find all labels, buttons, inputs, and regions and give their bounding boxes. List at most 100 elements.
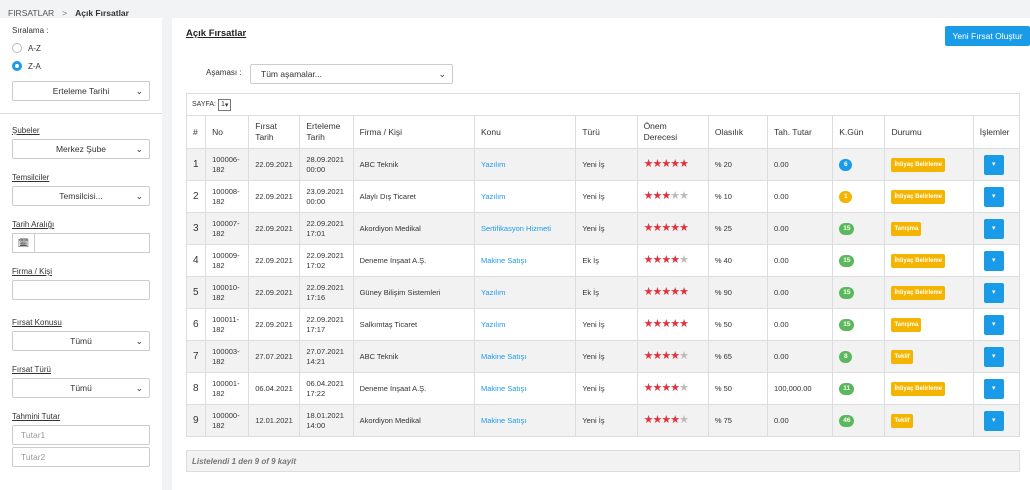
sort-az-radio[interactable]: A-Z xyxy=(12,43,150,53)
row-amount: 0.00 xyxy=(767,180,834,213)
star-icon: ★ xyxy=(652,222,662,234)
column-header[interactable]: # xyxy=(185,115,207,149)
row-importance: ★★★★★ xyxy=(636,244,709,277)
caret-down-icon[interactable]: ▾ xyxy=(983,154,1004,175)
row-index: 3 xyxy=(185,212,207,245)
row-topic[interactable]: Makine Satışı xyxy=(473,340,577,373)
table-row[interactable]: 5 100010-182 22.09.2021 22.09.2021 17:16 Gün… xyxy=(185,276,1021,309)
column-header[interactable]: Fırsat Tarih xyxy=(248,115,301,149)
amount1-input[interactable]: Tutar1 xyxy=(12,425,150,445)
chevron-down-icon: ⌄ xyxy=(135,191,143,201)
row-topic[interactable]: Yazılım xyxy=(473,180,577,213)
page-select[interactable]: 1 ▾ xyxy=(218,98,232,111)
row-type: Yeni İş xyxy=(575,308,638,341)
star-rating: ★★★★★ xyxy=(644,318,689,330)
new-opportunity-button[interactable]: Yeni Fırsat Oluştur xyxy=(945,26,1030,46)
calendar-icon[interactable]: 🗓 xyxy=(12,233,34,253)
star-icon: ★ xyxy=(670,190,680,202)
row-number: 100001-182 xyxy=(205,372,250,405)
column-header[interactable]: No xyxy=(205,115,250,149)
row-postpone-date: 27.07.2021 14:21 xyxy=(299,340,354,373)
company-label: Firma / Kişi xyxy=(12,267,52,276)
radio-off-icon[interactable] xyxy=(12,43,22,53)
star-rating: ★★★★★ xyxy=(644,190,689,202)
star-rating: ★★★★★ xyxy=(644,350,689,362)
column-header[interactable]: Firma / Kişi xyxy=(352,115,475,149)
caret-down-icon[interactable]: ▾ xyxy=(983,186,1004,207)
topic-select[interactable]: Tümü ⌄ xyxy=(12,331,150,351)
table-row[interactable]: 7 100003-182 27.07.2021 27.07.2021 14:21 ABC… xyxy=(185,340,1021,373)
star-icon: ★ xyxy=(670,158,680,170)
column-header[interactable]: İşlemler xyxy=(972,115,1021,149)
caret-down-icon[interactable]: ▾ xyxy=(983,218,1004,239)
row-type: Yeni İş xyxy=(575,340,638,373)
column-header[interactable]: Erteleme Tarih xyxy=(299,115,354,149)
table-row[interactable]: 8 100001-182 06.04.2021 06.04.2021 17:22 Den… xyxy=(185,372,1021,405)
star-icon: ★ xyxy=(679,254,689,266)
star-icon: ★ xyxy=(652,190,662,202)
caret-down-icon[interactable]: ▾ xyxy=(983,346,1004,367)
row-topic[interactable]: Makine Satışı xyxy=(473,244,577,277)
breadcrumb: FIRSATLAR > Açık Fırsatlar xyxy=(8,8,129,18)
row-probability: % 50 xyxy=(707,372,769,405)
type-value: Tümü xyxy=(70,383,92,393)
branch-select[interactable]: Merkez Şube ⌄ xyxy=(12,139,150,159)
table-row[interactable]: 3 100007-182 22.09.2021 22.09.2021 17:01 Ako… xyxy=(185,212,1021,245)
chevron-down-icon: ⌄ xyxy=(438,69,446,79)
star-icon: ★ xyxy=(661,414,671,426)
row-type: Yeni İş xyxy=(575,148,638,181)
stage-value: Tüm aşamalar... xyxy=(261,69,322,79)
stage-select[interactable]: Tüm aşamalar... ⌄ xyxy=(250,64,453,84)
reps-select[interactable]: Temsilcisi... ⌄ xyxy=(12,186,150,206)
table-row[interactable]: 6 100011-182 22.09.2021 22.09.2021 17:17 Sal… xyxy=(185,308,1021,341)
date-range-input[interactable]: 🗓 xyxy=(12,233,150,253)
row-topic[interactable]: Makine Satışı xyxy=(473,372,577,405)
table-row[interactable]: 4 100009-182 22.09.2021 22.09.2021 17:02 Den… xyxy=(185,244,1021,277)
table-row[interactable]: 9 100000-182 12.01.2021 18.01.2021 14:00 Ako… xyxy=(185,404,1021,437)
sort-field-select[interactable]: Erteleme Tarihi ⌄ xyxy=(12,81,150,101)
days-badge: 15 xyxy=(839,318,855,331)
caret-down-icon[interactable]: ▾ xyxy=(983,314,1004,335)
reps-label: Temsilciler xyxy=(12,173,50,182)
star-icon: ★ xyxy=(652,318,662,330)
row-importance: ★★★★★ xyxy=(636,212,709,245)
status-badge: İhtiyaç Belirleme xyxy=(891,189,946,204)
row-number: 100011-182 xyxy=(205,308,250,341)
company-input[interactable] xyxy=(12,280,150,300)
page-label: SAYFA: xyxy=(192,101,216,108)
amount2-input[interactable]: Tutar2 xyxy=(12,447,150,467)
column-header[interactable]: Durumu xyxy=(884,115,974,149)
caret-down-icon[interactable]: ▾ xyxy=(983,250,1004,271)
row-topic[interactable]: Yazılım xyxy=(473,276,577,309)
column-header[interactable]: Önem Derecesi xyxy=(636,115,709,149)
column-header[interactable]: Türü xyxy=(575,115,638,149)
date-range-field[interactable] xyxy=(34,233,150,253)
star-rating: ★★★★★ xyxy=(644,254,689,266)
row-days: 15 xyxy=(832,212,886,245)
row-company: Deneme İnşaat A.Ş. xyxy=(352,372,475,405)
column-header[interactable]: Olasılık xyxy=(707,115,769,149)
sort-za-radio[interactable]: Z-A xyxy=(12,61,150,71)
breadcrumb-root[interactable]: FIRSATLAR xyxy=(8,8,54,18)
radio-on-icon[interactable] xyxy=(12,61,22,71)
row-topic[interactable]: Makine Satışı xyxy=(473,404,577,437)
row-days: 8 xyxy=(832,340,886,373)
column-header[interactable]: Konu xyxy=(473,115,577,149)
row-topic[interactable]: Sertifikasyon Hizmeti xyxy=(473,212,577,245)
row-actions: ▾ xyxy=(972,180,1021,213)
stage-label: Aşaması : xyxy=(206,68,242,77)
topic-value: Tümü xyxy=(70,336,92,346)
table-row[interactable]: 2 100008-182 22.09.2021 23.09.2021 00:00 Ala… xyxy=(185,180,1021,213)
table-row[interactable]: 1 100006-182 22.09.2021 28.09.2021 00:00 ABC… xyxy=(185,148,1021,181)
row-topic[interactable]: Yazılım xyxy=(473,308,577,341)
row-postpone-date: 06.04.2021 17:22 xyxy=(299,372,354,405)
row-topic[interactable]: Yazılım xyxy=(473,148,577,181)
caret-down-icon[interactable]: ▾ xyxy=(983,282,1004,303)
column-header[interactable]: Tah. Tutar xyxy=(767,115,834,149)
row-status: Teklif xyxy=(884,340,974,373)
type-select[interactable]: Tümü ⌄ xyxy=(12,378,150,398)
caret-down-icon[interactable]: ▾ xyxy=(983,378,1004,399)
row-importance: ★★★★★ xyxy=(636,276,709,309)
column-header[interactable]: K.Gün xyxy=(832,115,886,149)
caret-down-icon[interactable]: ▾ xyxy=(983,410,1004,431)
